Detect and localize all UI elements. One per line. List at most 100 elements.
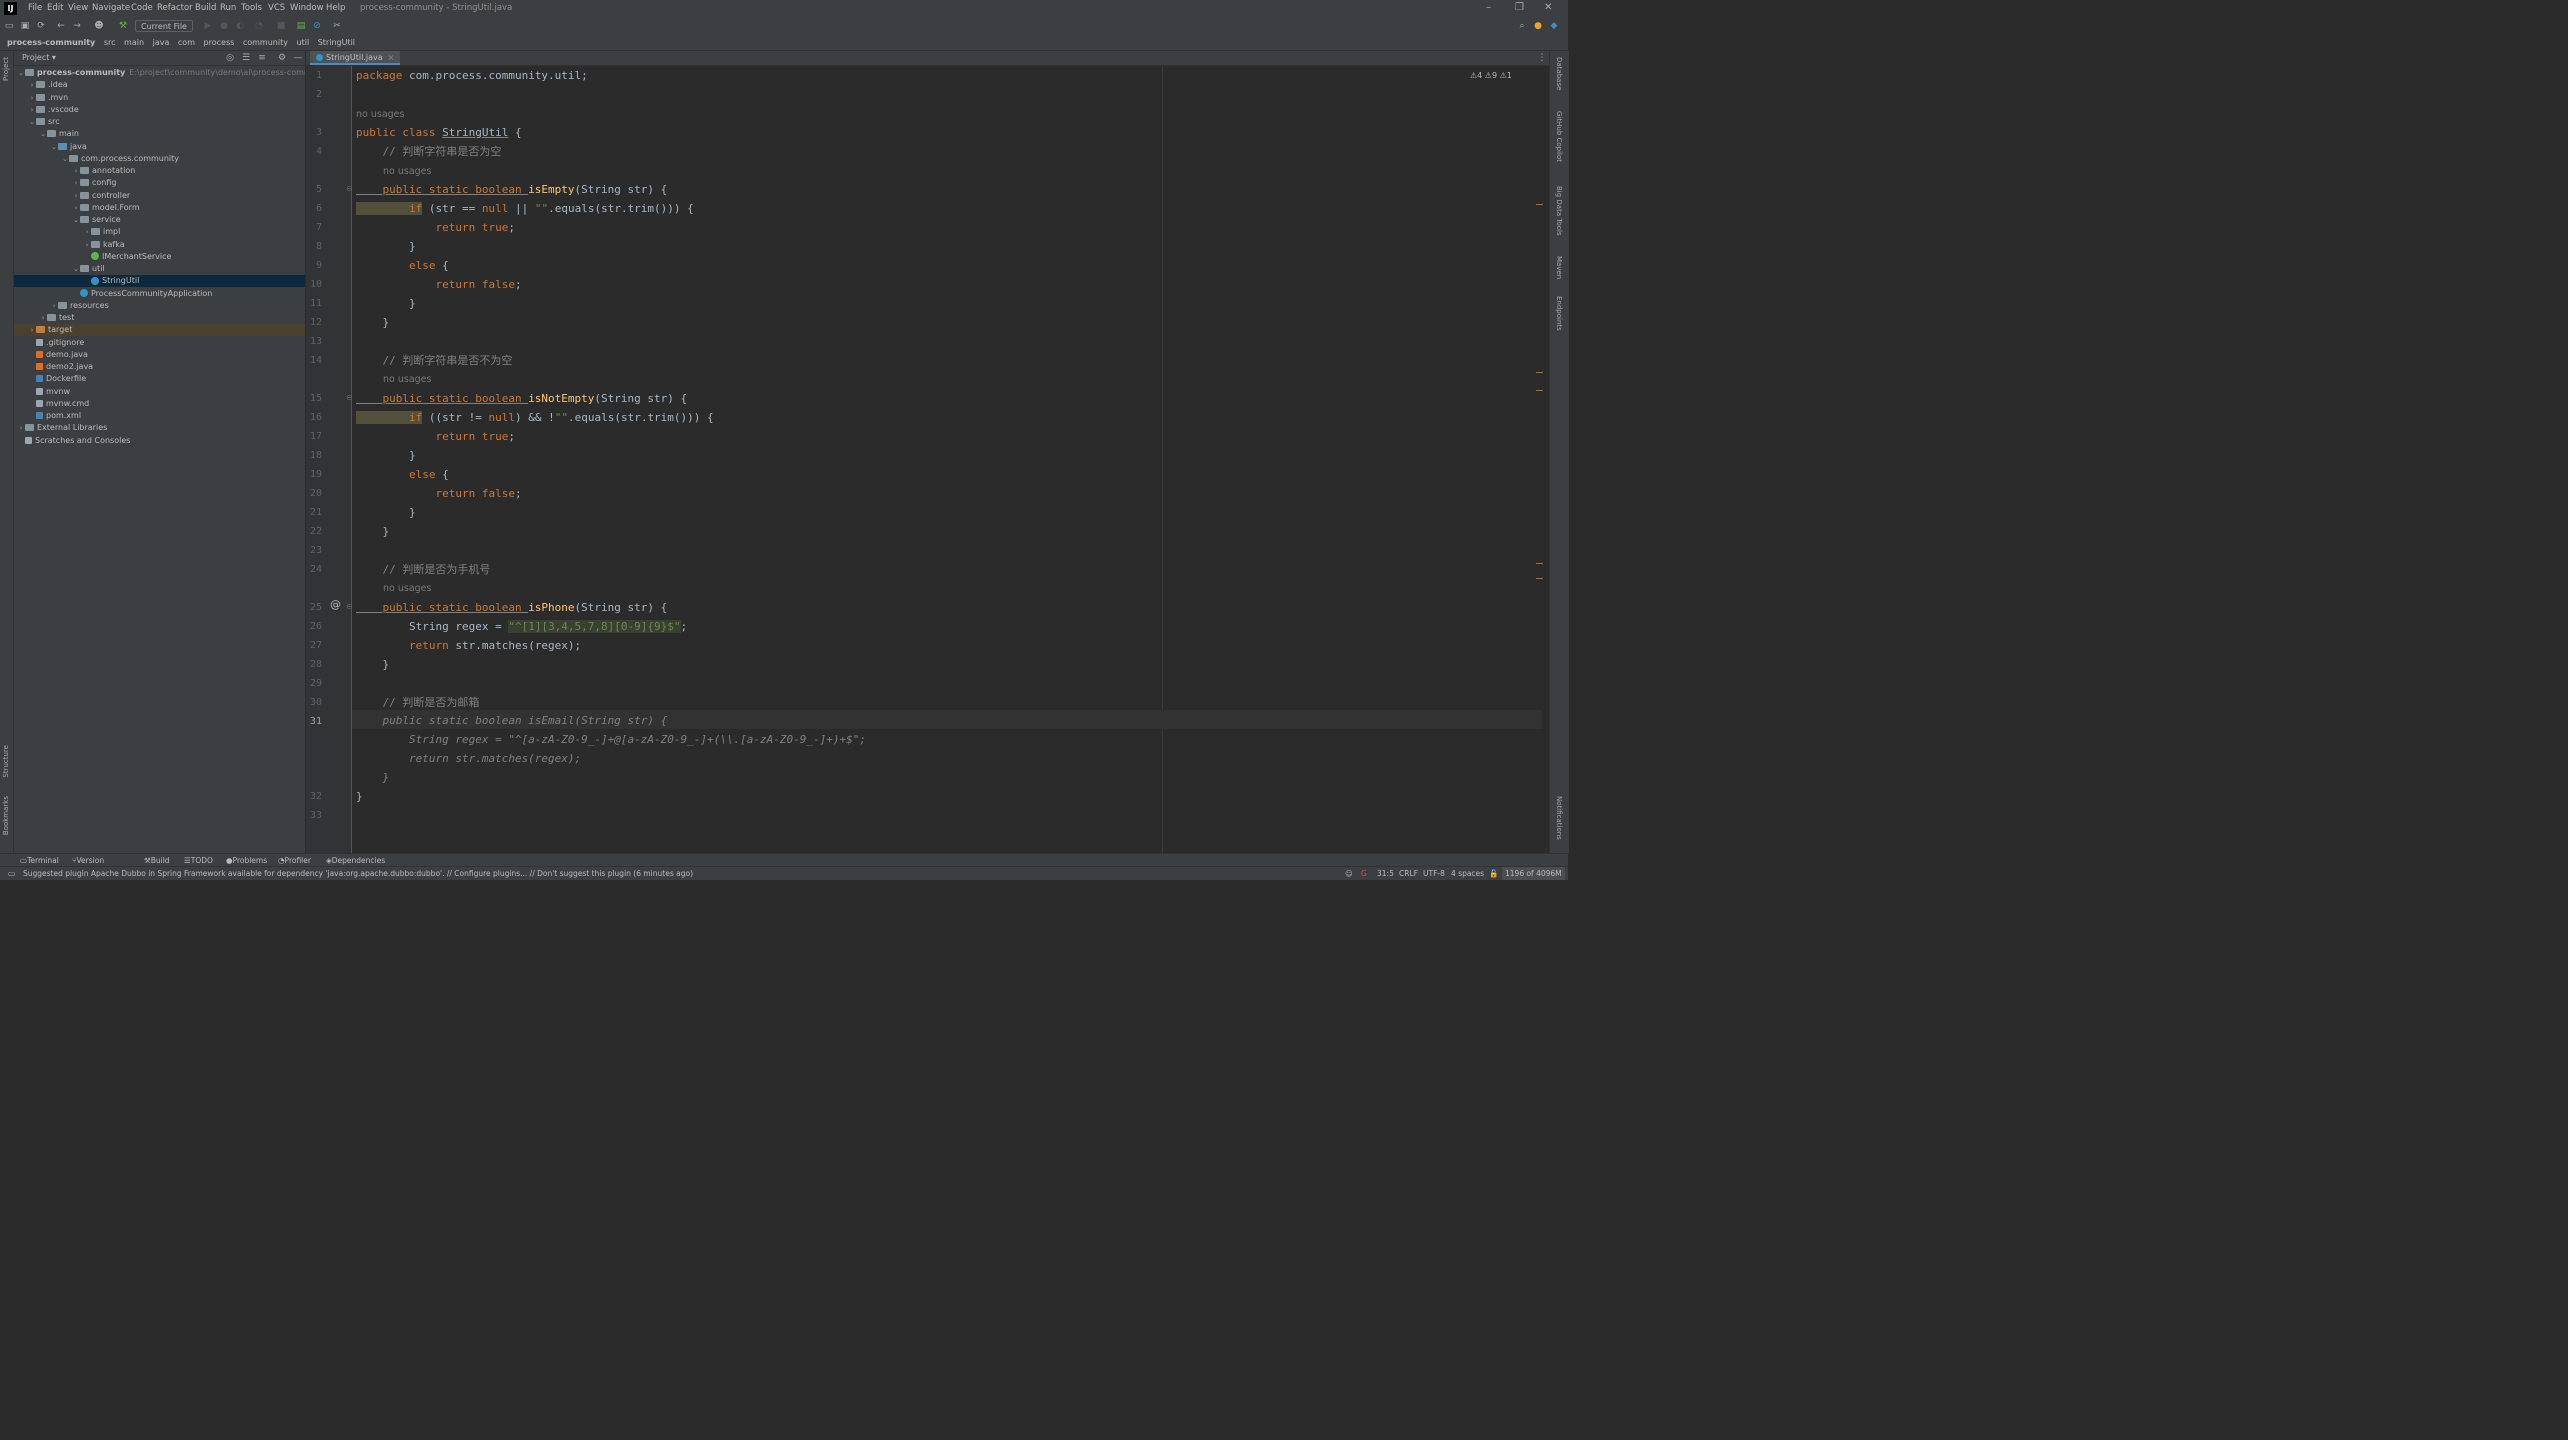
tree-item[interactable]: ProcessCommunityApplication [14,288,305,300]
menu-help[interactable]: Help [326,3,345,13]
inspection-widget[interactable]: ⚠4 ⚠9 ⚠1 [1470,71,1512,80]
chevron-right-icon[interactable]: › [72,165,80,177]
minimize-button[interactable]: – [1486,2,1491,13]
breadcrumb-item[interactable]: util [297,38,310,47]
menu-run[interactable]: Run [220,3,236,13]
save-icon[interactable]: ▣ [20,21,30,31]
copilot-tool-button[interactable]: GitHub Copilot [1555,111,1563,162]
tree-item[interactable]: › controller [14,190,305,202]
menu-tools[interactable]: Tools [241,3,262,13]
status-toggle-icon[interactable]: ▭ [8,867,15,880]
tree-item[interactable]: IMerchantService [14,251,305,263]
tree-item[interactable]: › kafka [14,239,305,251]
tree-item[interactable]: › .idea [14,79,305,91]
code-editor[interactable]: ⚠4 ⚠9 ⚠1 package com.process.community.u… [352,66,1542,853]
close-tab-icon[interactable]: × [388,53,395,62]
big-data-tools-button[interactable]: Big Data Tools [1555,186,1563,236]
chevron-right-icon[interactable]: › [28,79,36,91]
tree-item[interactable]: › resources [14,300,305,312]
override-at-icon[interactable]: @ [330,598,341,611]
warning-marker[interactable] [1536,372,1543,373]
maven-tool-button[interactable]: Maven [1555,256,1563,279]
chevron-down-icon[interactable]: ⌄ [50,141,58,153]
menu-vcs[interactable]: VCS [268,3,285,13]
menu-build[interactable]: Build [195,3,216,13]
tree-item[interactable]: ⌄ main [14,128,305,140]
tree-item[interactable]: demo2.java [14,361,305,373]
chevron-down-icon[interactable]: ⌄ [72,214,80,226]
tree-item[interactable]: StringUtil [14,275,305,288]
menu-edit[interactable]: Edit [47,3,63,13]
tree-item[interactable]: ⌄ process-community E:\project\community\d… [14,67,305,79]
chevron-down-icon[interactable]: ⌄ [72,263,80,275]
tree-item[interactable]: › .vscode [14,104,305,116]
tree-item[interactable]: › .mvn [14,92,305,104]
translate-icon[interactable]: ✂ [332,21,342,31]
warning-marker[interactable] [1536,204,1543,205]
status-message[interactable]: Suggested plugin Apache Dubbo in Spring … [23,867,693,880]
tab-stringutil[interactable]: StringUtil.java × [310,51,401,65]
warning-marker[interactable] [1536,578,1543,579]
menu-file[interactable]: File [28,3,42,13]
chevron-right-icon[interactable]: › [28,92,36,104]
tree-item[interactable]: mvnw.cmd [14,398,305,410]
tree-item[interactable]: ⌄ src [14,116,305,128]
chevron-right-icon[interactable]: › [83,226,91,238]
database-tool-button[interactable]: Database [1555,57,1563,90]
usage-hint[interactable]: no usages [383,583,431,594]
tree-item[interactable]: Dockerfile [14,373,305,385]
open-folder-icon[interactable]: ▭ [4,21,14,31]
chevron-down-icon[interactable]: ⌄ [17,67,25,79]
usage-hint[interactable]: no usages [383,374,431,385]
disabled-icon[interactable]: ⊘ [312,21,322,31]
expand-all-icon[interactable]: ☰ [241,53,251,63]
tree-item[interactable]: › target [14,324,305,337]
menu-view[interactable]: View [68,3,88,13]
usage-hint[interactable]: no usages [356,109,404,120]
collapse-all-icon[interactable]: ≡ [257,53,267,63]
chevron-down-icon[interactable]: ⌄ [39,128,47,140]
memory-indicator[interactable]: 1196 of 4096M [1502,867,1565,880]
updates-icon[interactable]: ● [1533,21,1543,31]
chevron-down-icon[interactable]: ⌄ [28,116,36,128]
tree-item[interactable]: demo.java [14,349,305,361]
menu-navigate[interactable]: Navigate [92,3,130,13]
menu-window[interactable]: Window [290,3,324,13]
chevron-right-icon[interactable]: › [72,177,80,189]
breadcrumb-item[interactable]: java [153,38,170,47]
warning-marker[interactable] [1536,563,1543,564]
forward-icon[interactable]: → [72,21,82,31]
build-hammer-icon[interactable]: ⚒ [118,21,128,31]
tree-item[interactable]: › impl [14,226,305,238]
chevron-right-icon[interactable]: › [72,190,80,202]
profile-icon[interactable]: ◔ [254,21,264,31]
breadcrumb-item[interactable]: main [124,38,144,47]
google-icon[interactable]: G [1361,867,1367,880]
indent-setting[interactable]: 4 spaces [1451,867,1484,880]
chevron-right-icon[interactable]: › [28,324,36,336]
chevron-right-icon[interactable]: › [50,300,58,312]
notifications-tool-button[interactable]: Notifications [1555,796,1563,840]
close-window-button[interactable]: ✕ [1544,2,1552,13]
gear-icon[interactable]: ⚙ [277,53,287,63]
tree-item[interactable]: › model.Form [14,202,305,214]
warning-marker[interactable] [1536,390,1543,391]
breadcrumb-item[interactable]: process [204,38,235,47]
breadcrumb-item[interactable]: src [104,38,116,47]
tree-item[interactable]: ⌄ com.process.community [14,153,305,165]
file-encoding[interactable]: UTF-8 [1423,867,1445,880]
chevron-right-icon[interactable]: › [17,422,25,434]
copilot-status-icon[interactable]: ☺ [1345,867,1353,880]
line-separator[interactable]: CRLF [1399,867,1418,880]
run-configuration-select[interactable]: Current File ▾ [135,20,193,43]
chevron-right-icon[interactable]: › [72,202,80,214]
breadcrumb-item[interactable]: com [178,38,195,47]
chevron-right-icon[interactable]: › [39,312,47,324]
bookmarks-tool-button[interactable]: Bookmarks [2,796,10,835]
back-icon[interactable]: ← [56,21,66,31]
chevron-right-icon[interactable]: › [83,239,91,251]
restore-button[interactable]: ❐ [1515,2,1524,13]
tree-item[interactable]: Scratches and Consoles [14,435,305,447]
stop-icon[interactable]: ■ [276,21,286,31]
hide-panel-icon[interactable]: — [293,53,303,63]
